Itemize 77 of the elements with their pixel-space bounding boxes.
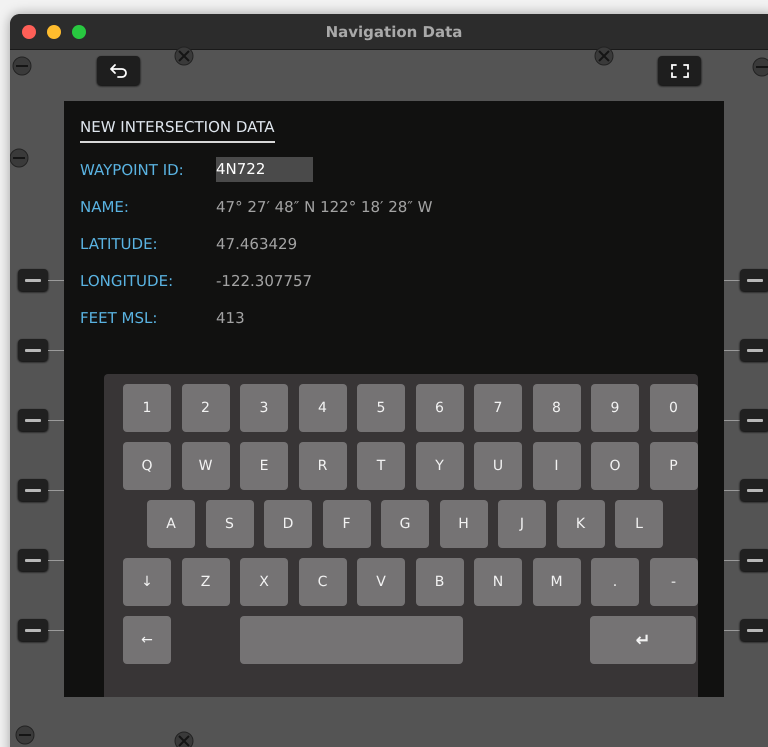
soft-key[interactable] bbox=[18, 619, 48, 641]
screw-icon bbox=[10, 148, 29, 168]
keyboard-key[interactable]: M bbox=[532, 558, 580, 606]
field-value[interactable]: -122.307757 bbox=[216, 270, 312, 292]
soft-key[interactable] bbox=[740, 269, 768, 291]
fullscreen-button[interactable] bbox=[658, 56, 701, 85]
soft-key[interactable] bbox=[18, 549, 48, 571]
keyboard-key[interactable]: ↓ bbox=[123, 558, 171, 606]
keyboard-key[interactable]: E bbox=[240, 442, 288, 490]
keyboard-key[interactable]: ← bbox=[123, 616, 171, 664]
keyboard-key[interactable]: Q bbox=[123, 442, 171, 490]
screw-icon bbox=[15, 725, 35, 745]
keyboard-key[interactable]: B bbox=[416, 558, 464, 606]
minimize-button[interactable] bbox=[47, 25, 61, 39]
keyboard-key[interactable]: . bbox=[591, 558, 639, 606]
keyboard-key[interactable]: T bbox=[357, 442, 405, 490]
keyboard-key[interactable]: I bbox=[532, 442, 580, 490]
soft-key[interactable] bbox=[18, 479, 48, 501]
keyboard-key[interactable]: G bbox=[381, 500, 429, 548]
keyboard-key[interactable]: U bbox=[474, 442, 522, 490]
field-value[interactable]: 47° 27′ 48″ N 122° 18′ 28″ W bbox=[216, 196, 433, 218]
keyboard-key[interactable]: R bbox=[298, 442, 346, 490]
soft-key[interactable] bbox=[18, 409, 48, 431]
keyboard-key[interactable]: P bbox=[650, 442, 698, 490]
keyboard-key[interactable]: X bbox=[240, 558, 288, 606]
soft-key[interactable] bbox=[740, 409, 768, 431]
keyboard-key[interactable]: 1 bbox=[123, 384, 171, 432]
keyboard-key[interactable]: 4 bbox=[298, 384, 346, 432]
field-label: NAME: bbox=[80, 198, 130, 216]
keyboard-key[interactable]: 6 bbox=[416, 384, 464, 432]
keyboard-key[interactable]: 7 bbox=[474, 384, 522, 432]
field-value[interactable]: 47.463429 bbox=[216, 232, 298, 254]
fullscreen-icon bbox=[670, 62, 690, 78]
window-title: Navigation Data bbox=[326, 22, 462, 40]
keyboard-key[interactable]: A bbox=[147, 500, 195, 548]
keyboard-key[interactable]: C bbox=[298, 558, 346, 606]
keyboard-key[interactable]: Z bbox=[182, 558, 230, 606]
keyboard-key[interactable]: 8 bbox=[532, 384, 580, 432]
soft-key[interactable] bbox=[740, 619, 768, 641]
zoom-button[interactable] bbox=[72, 25, 86, 39]
enter-key[interactable]: ↵ bbox=[590, 616, 696, 664]
screw-icon bbox=[752, 57, 768, 77]
keyboard-key[interactable]: S bbox=[206, 500, 254, 548]
field-label: LATITUDE: bbox=[80, 234, 159, 252]
back-button[interactable] bbox=[97, 56, 140, 85]
field-value[interactable]: 4N722 bbox=[216, 157, 313, 182]
keyboard-key[interactable]: 3 bbox=[240, 384, 288, 432]
keyboard-key[interactable]: D bbox=[264, 500, 312, 548]
soft-key[interactable] bbox=[18, 339, 48, 361]
screw-icon bbox=[174, 731, 194, 747]
soft-key[interactable] bbox=[740, 479, 768, 501]
soft-key[interactable] bbox=[740, 339, 768, 361]
soft-key[interactable] bbox=[18, 269, 48, 291]
keyboard-key[interactable]: - bbox=[650, 558, 698, 606]
field-label: WAYPOINT ID: bbox=[80, 160, 185, 178]
keyboard-key[interactable]: K bbox=[556, 500, 604, 548]
screw-icon bbox=[12, 56, 32, 76]
field-label: LONGITUDE: bbox=[80, 272, 174, 290]
keyboard-key[interactable]: N bbox=[474, 558, 522, 606]
keyboard-key[interactable]: W bbox=[182, 442, 230, 490]
keyboard-key[interactable]: J bbox=[498, 500, 546, 548]
keyboard-key[interactable]: O bbox=[591, 442, 639, 490]
keyboard-key[interactable]: Y bbox=[416, 442, 464, 490]
keyboard-key[interactable]: H bbox=[440, 500, 488, 548]
keyboard-key[interactable]: 9 bbox=[591, 384, 639, 432]
field-value[interactable]: 413 bbox=[216, 306, 245, 328]
keyboard-key[interactable]: F bbox=[322, 500, 370, 548]
field-label: FEET MSL: bbox=[80, 308, 158, 326]
soft-key[interactable] bbox=[740, 549, 768, 571]
keyboard-key[interactable]: L bbox=[615, 500, 663, 548]
close-button[interactable] bbox=[22, 25, 36, 39]
keyboard-key[interactable]: 0 bbox=[650, 384, 698, 432]
keyboard-key[interactable]: V bbox=[357, 558, 405, 606]
keyboard-key[interactable]: 5 bbox=[357, 384, 405, 432]
back-arrow-icon bbox=[108, 62, 128, 78]
keyboard-key[interactable]: 2 bbox=[182, 384, 230, 432]
form-title: NEW INTERSECTION DATA bbox=[80, 118, 275, 143]
